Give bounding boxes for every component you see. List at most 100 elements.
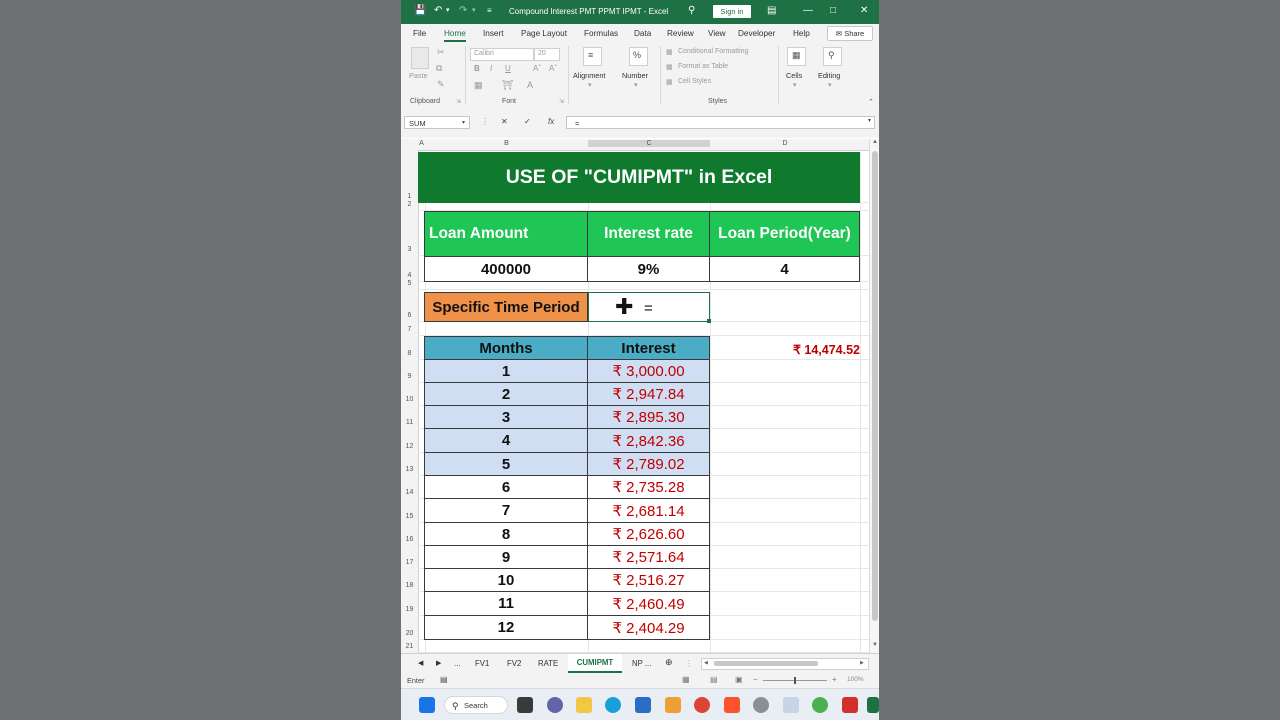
share-button[interactable]: ✉ Share	[827, 26, 873, 41]
undo-dropdown-icon[interactable]: ▾	[446, 5, 450, 17]
maximize-icon[interactable]: □	[830, 5, 836, 17]
row-header[interactable]: 17	[401, 559, 418, 566]
month-cell[interactable]: 7	[424, 498, 588, 523]
header-loan-period[interactable]: Loan Period(Year)	[709, 211, 860, 257]
redo-icon[interactable]: ↷	[459, 5, 467, 17]
page-layout-view-icon[interactable]: ▤	[710, 675, 718, 684]
row-header[interactable]: 11	[401, 419, 418, 426]
brave-icon[interactable]	[724, 697, 740, 713]
windows-start-icon[interactable]	[419, 697, 435, 713]
fill-color-icon[interactable]: ⛩	[502, 80, 513, 91]
sheet-tab-rate[interactable]: RATE	[538, 659, 558, 668]
font-name-select[interactable]: Calibri	[470, 48, 534, 61]
title-banner[interactable]: USE OF "CUMIPMT" in Excel	[418, 152, 860, 203]
redo-dropdown-icon[interactable]: ▾	[472, 5, 476, 17]
italic-button[interactable]: I	[490, 64, 492, 73]
paste-icon[interactable]	[411, 47, 429, 69]
tab-data[interactable]: Data	[634, 29, 651, 38]
cumulative-interest-total[interactable]: ₹ 14,474.52	[778, 341, 860, 358]
row-header[interactable]: 18	[401, 582, 418, 589]
tab-developer[interactable]: Developer	[738, 29, 775, 38]
editing-search-icon[interactable]: ⚲	[823, 47, 842, 66]
specific-time-period-input[interactable]: ✚ =	[588, 292, 710, 322]
zoom-slider-thumb[interactable]	[794, 677, 796, 684]
column-header-b[interactable]: B	[425, 140, 588, 147]
underline-button[interactable]: U	[505, 64, 511, 73]
scroll-left-icon[interactable]: ◀	[704, 660, 708, 666]
expand-formula-icon[interactable]: ▾	[868, 117, 871, 124]
month-cell[interactable]: 11	[424, 591, 588, 616]
header-interest[interactable]: Interest	[587, 336, 710, 360]
vertical-scroll-thumb[interactable]	[872, 151, 878, 621]
sheet-tab-np[interactable]: NP ...	[632, 659, 651, 668]
scroll-right-icon[interactable]: ▶	[860, 660, 864, 666]
interest-cell[interactable]: ₹ 2,571.64	[587, 545, 710, 569]
row-header[interactable]: 14	[401, 489, 418, 496]
interest-cell[interactable]: ₹ 2,947.84	[587, 382, 710, 406]
row-header[interactable]: 6	[401, 312, 418, 319]
scroll-up-icon[interactable]: ▲	[872, 139, 878, 145]
column-header-d[interactable]: D	[710, 140, 860, 147]
collapse-ribbon-icon[interactable]: ⌃	[868, 98, 874, 106]
cells-dropdown-icon[interactable]: ▾	[793, 81, 797, 89]
row-header[interactable]: 16	[401, 536, 418, 543]
interest-cell[interactable]: ₹ 2,404.29	[587, 615, 710, 640]
edge-icon[interactable]	[605, 697, 621, 713]
month-cell[interactable]: 3	[424, 405, 588, 429]
tab-file[interactable]: File	[413, 29, 426, 38]
interest-cell[interactable]: ₹ 2,681.14	[587, 498, 710, 523]
file-explorer-icon[interactable]	[576, 697, 592, 713]
tab-formulas[interactable]: Formulas	[584, 29, 618, 38]
cells-icon[interactable]: ▦	[787, 47, 806, 66]
row-header[interactable]: 20	[401, 630, 418, 637]
alignment-icon[interactable]: ≡	[583, 47, 602, 66]
specific-time-period-label[interactable]: Specific Time Period	[424, 292, 588, 322]
month-cell[interactable]: 10	[424, 568, 588, 592]
tab-review[interactable]: Review	[667, 29, 694, 38]
fill-handle[interactable]	[707, 319, 711, 323]
page-break-view-icon[interactable]: ▣	[735, 675, 743, 684]
tab-insert[interactable]: Insert	[483, 29, 503, 38]
zoom-level[interactable]: 100%	[847, 676, 864, 683]
close-icon[interactable]: ✕	[860, 5, 868, 17]
cell-styles-icon[interactable]: ▦	[666, 78, 673, 86]
conditional-formatting-icon[interactable]: ▦	[666, 48, 673, 56]
tab-view[interactable]: View	[708, 29, 726, 38]
tab-help[interactable]: Help	[793, 29, 810, 38]
chevron-down-icon[interactable]: ▾	[462, 117, 465, 130]
tab-page-layout[interactable]: Page Layout	[521, 29, 567, 38]
chat-icon[interactable]	[547, 697, 563, 713]
header-loan-amount[interactable]: Loan Amount	[424, 211, 588, 257]
store-icon[interactable]	[635, 697, 651, 713]
tab-splitter-icon[interactable]: ⋮	[685, 659, 693, 668]
image-viewer-icon[interactable]	[783, 697, 799, 713]
prev-sheet-icon[interactable]: ◀	[418, 659, 423, 667]
row-header[interactable]: 1	[401, 193, 418, 200]
customize-toolbar-icon[interactable]: ≡	[487, 5, 492, 17]
search-icon[interactable]: ⚲	[688, 5, 695, 17]
font-color-icon[interactable]: A	[527, 80, 533, 90]
row-header[interactable]: 8	[401, 350, 418, 357]
interest-cell[interactable]: ₹ 3,000.00	[587, 359, 710, 383]
photo-app-icon[interactable]	[665, 697, 681, 713]
row-header[interactable]: 3	[401, 246, 418, 253]
interest-cell[interactable]: ₹ 2,516.27	[587, 568, 710, 592]
number-button-label[interactable]: Number	[622, 71, 648, 80]
taskbar-search[interactable]: ⚲ Search	[444, 696, 508, 714]
number-format-icon[interactable]: %	[629, 47, 648, 66]
insert-function-icon[interactable]: fx	[548, 117, 554, 126]
formula-input[interactable]: =	[566, 116, 875, 129]
row-header[interactable]: 19	[401, 606, 418, 613]
row-header[interactable]: 7	[401, 326, 418, 333]
sheet-tab-fv2[interactable]: FV2	[507, 659, 521, 668]
month-cell[interactable]: 6	[424, 475, 588, 499]
increase-font-icon[interactable]: Aˆ	[533, 64, 541, 73]
cut-icon[interactable]: ✂	[437, 47, 445, 58]
row-header[interactable]: 9	[401, 373, 418, 380]
alignment-button-label[interactable]: Alignment	[573, 71, 605, 80]
cells-button-label[interactable]: Cells	[786, 71, 802, 80]
add-sheet-icon[interactable]: ⊕	[665, 657, 673, 668]
confirm-entry-icon[interactable]: ✓	[524, 117, 531, 126]
editing-dropdown-icon[interactable]: ▾	[828, 81, 832, 89]
accessibility-icon[interactable]: ▤	[440, 675, 448, 684]
